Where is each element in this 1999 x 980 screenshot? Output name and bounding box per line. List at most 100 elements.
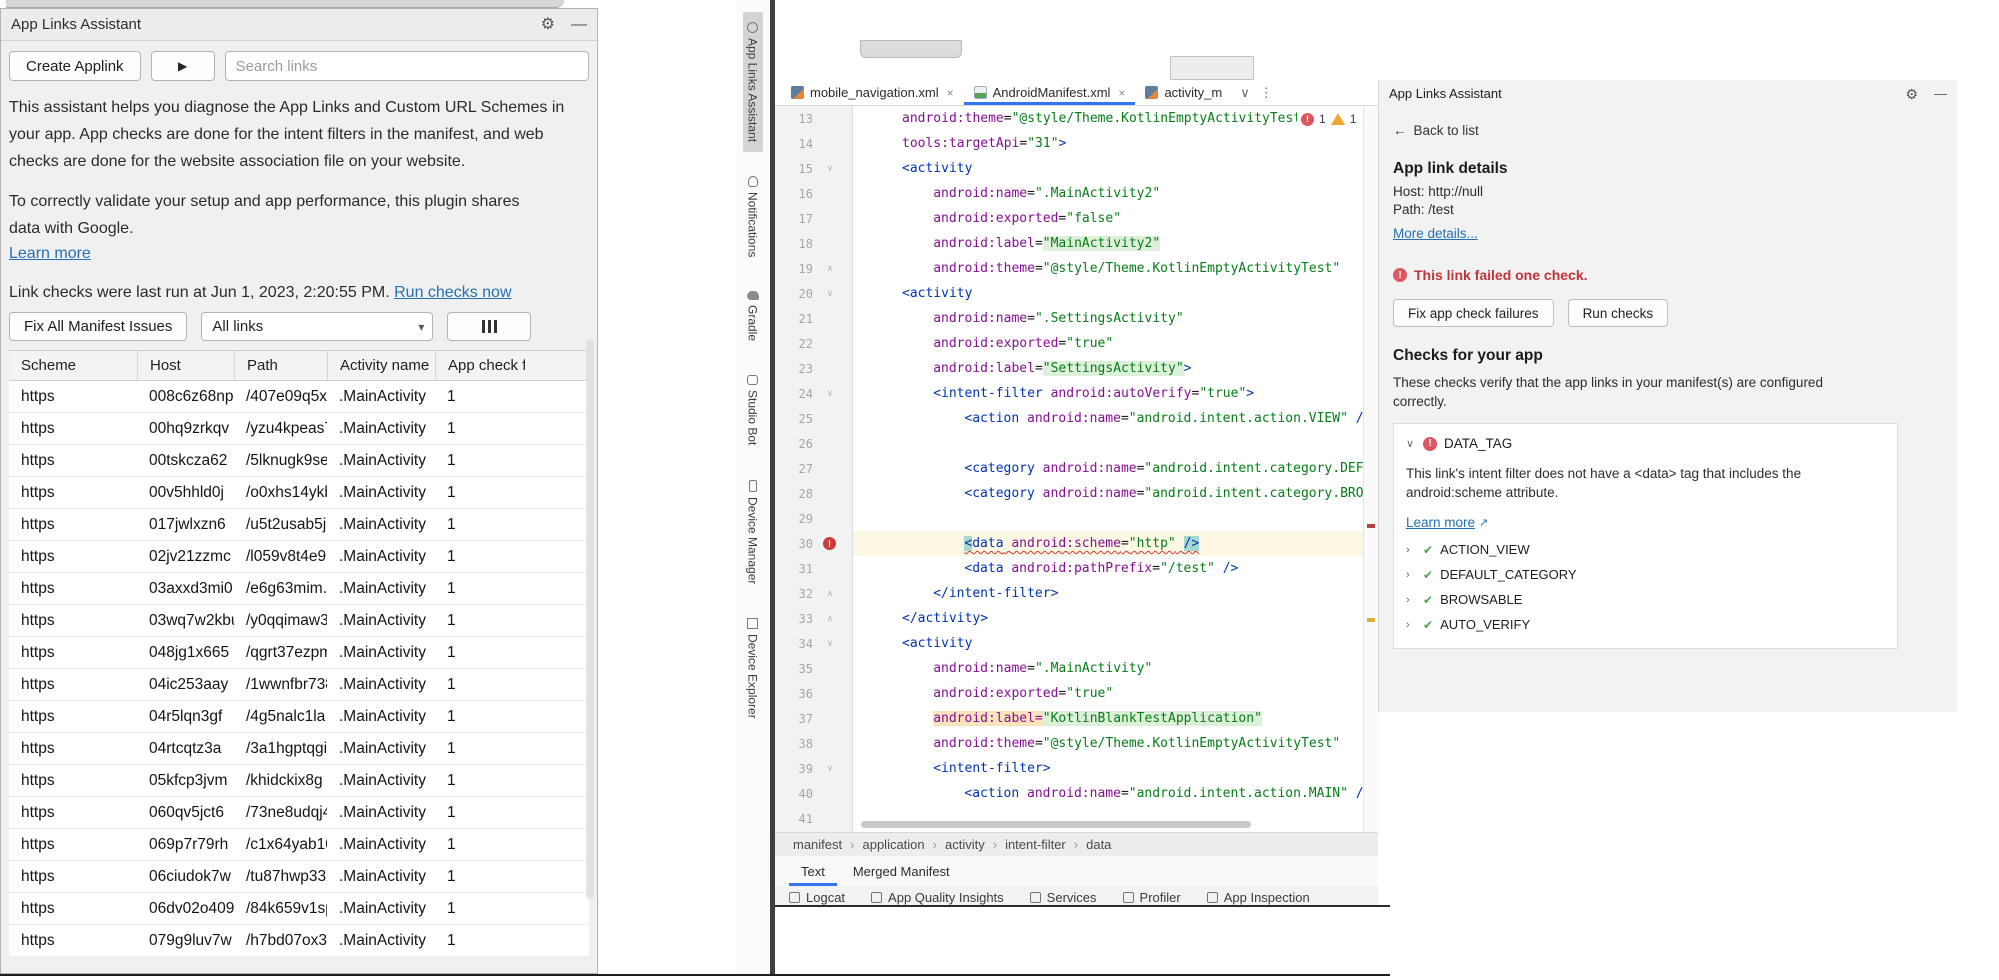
- gutter-line: 40: [775, 781, 852, 806]
- fold-marker[interactable]: ∧: [813, 589, 847, 599]
- editor-tab-androidmanifest-xml[interactable]: AndroidManifest.xml×: [964, 80, 1136, 105]
- editor-tab-mobile-navigation-xml[interactable]: mobile_navigation.xml×: [781, 80, 964, 105]
- bottom-tab-text[interactable]: Text: [789, 856, 837, 886]
- external-link-icon: ↗: [1479, 516, 1488, 529]
- fold-marker[interactable]: ∨: [813, 389, 847, 399]
- strip-tab-device-manager[interactable]: Device Manager: [743, 470, 763, 594]
- learn-more-link[interactable]: Learn more: [1406, 515, 1475, 530]
- check-row-browsable[interactable]: ›✔BROWSABLE: [1406, 592, 1883, 607]
- gear-icon[interactable]: ⚙: [1905, 87, 1918, 101]
- check-row-default_category[interactable]: ›✔DEFAULT_CATEGORY: [1406, 567, 1883, 582]
- table-row[interactable]: https04rtcqtz3a/3a1hgptqgi.MainActivity1: [9, 733, 589, 765]
- run-checks-now-link[interactable]: Run checks now: [394, 284, 511, 301]
- code-editor[interactable]: 131415∨16171819∧20∨21222324∨252627282930…: [775, 106, 1363, 832]
- gutter-line: 33∧: [775, 606, 852, 631]
- table-row[interactable]: https03wq7w2kbu/y0qqimaw3s.MainActivity1: [9, 605, 589, 637]
- breadcrumb-item-intent-filter[interactable]: intent-filter: [1005, 837, 1066, 852]
- table-row[interactable]: https04r5lqn3gf/4g5nalc1la.MainActivity1: [9, 701, 589, 733]
- search-input[interactable]: [225, 51, 589, 81]
- strip-tab-studio-bot[interactable]: Studio Bot: [743, 365, 763, 455]
- gear-icon[interactable]: ⚙: [541, 17, 555, 33]
- editor-code-area[interactable]: android:theme="@style/Theme.KotlinEmptyA…: [853, 106, 1363, 832]
- table-cell: .MainActivity: [327, 836, 435, 854]
- table-row[interactable]: https017jwlxzn6/u5t2usab5j.MainActivity1: [9, 509, 589, 541]
- left-window-scrollbar[interactable]: [586, 339, 594, 899]
- table-cell: 04rtcqtz3a: [137, 740, 234, 758]
- bottom-tab-merged-manifest[interactable]: Merged Manifest: [841, 856, 962, 886]
- error-icon: !: [1423, 437, 1437, 451]
- strip-tab-gradle[interactable]: Gradle: [743, 281, 763, 351]
- column-header-scheme[interactable]: Scheme: [9, 351, 137, 380]
- code-token: =: [1035, 236, 1043, 251]
- breadcrumb-item-data[interactable]: data: [1086, 837, 1111, 852]
- code-line: android:exported="false": [853, 206, 1363, 231]
- tool-window-button-services[interactable]: Services: [1030, 886, 1097, 905]
- editor-tab-activity-m[interactable]: activity_m: [1135, 80, 1232, 105]
- breadcrumb-item-activity[interactable]: activity: [945, 837, 985, 852]
- tab-list-icon[interactable]: ∨: [1240, 85, 1250, 101]
- table-row[interactable]: https079g9luv7w/h7bd07ox3y.MainActivity1: [9, 925, 589, 957]
- fold-marker[interactable]: ∨: [813, 164, 847, 174]
- fold-marker[interactable]: ∧: [813, 264, 847, 274]
- close-icon[interactable]: ×: [1118, 86, 1125, 100]
- column-header-activity-name[interactable]: Activity name: [327, 351, 435, 380]
- create-applink-button[interactable]: Create Applink: [9, 51, 141, 81]
- fold-marker[interactable]: ∨: [813, 639, 847, 649]
- table-row[interactable]: https02jv21zzmc/l059v8t4e9.MainActivity1: [9, 541, 589, 573]
- strip-tab-app-links-assistant[interactable]: App Links Assistant: [743, 12, 763, 152]
- error-gutter-icon[interactable]: !: [823, 537, 836, 550]
- table-row[interactable]: https048jg1x665/qgrt37ezpm.MainActivity1: [9, 637, 589, 669]
- fix-app-check-failures-button[interactable]: Fix app check failures: [1393, 299, 1554, 327]
- breadcrumb-item-manifest[interactable]: manifest: [793, 837, 842, 852]
- check-row-auto_verify[interactable]: ›✔AUTO_VERIFY: [1406, 617, 1883, 632]
- links-filter-dropdown[interactable]: All links ▾: [201, 312, 433, 341]
- tool-window-button-logcat[interactable]: Logcat: [789, 886, 845, 905]
- table-row[interactable]: https00v5hhld0j/o0xhs14ykb.MainActivity1: [9, 477, 589, 509]
- warning-stripe-mark[interactable]: [1367, 618, 1375, 622]
- column-header-host[interactable]: Host: [137, 351, 234, 380]
- tool-window-button-app-quality-insights[interactable]: App Quality Insights: [871, 886, 1004, 905]
- run-checks-button[interactable]: Run checks: [1568, 299, 1669, 327]
- strip-tab-notifications[interactable]: Notifications: [743, 166, 763, 267]
- table-cell: 04ic253aay: [137, 676, 234, 694]
- line-number: 36: [775, 687, 813, 701]
- close-icon[interactable]: ×: [947, 86, 954, 100]
- code-token: [1176, 536, 1184, 551]
- strip-tab-device-explorer[interactable]: Device Explorer: [743, 608, 763, 729]
- table-row[interactable]: https06ciudok7w/tu87hwp33z.MainActivity1: [9, 861, 589, 893]
- check-row-action_view[interactable]: ›✔ACTION_VIEW: [1406, 542, 1883, 557]
- run-button[interactable]: ▶: [151, 51, 215, 81]
- table-row[interactable]: https008c6z68np/407e09q5x0.MainActivity1: [9, 381, 589, 413]
- error-stripe-mark[interactable]: [1367, 524, 1375, 528]
- table-row[interactable]: https00tskcza62/5lknugk9se.MainActivity1: [9, 445, 589, 477]
- back-to-list-link[interactable]: ← Back to list: [1393, 123, 1479, 138]
- column-header-app-check-f-[interactable]: App check f...: [435, 351, 525, 380]
- fold-marker[interactable]: ∧: [813, 614, 847, 624]
- gutter-line: 13: [775, 106, 852, 131]
- tool-window-button-profiler[interactable]: Profiler: [1123, 886, 1181, 905]
- horizontal-scrollbar[interactable]: [861, 821, 1251, 828]
- failed-check-row[interactable]: ∨ ! DATA_TAG: [1406, 436, 1883, 451]
- table-row[interactable]: https069p7r79rh/c1x64yab10.MainActivity1: [9, 829, 589, 861]
- tool-window-button-app-inspection[interactable]: App Inspection: [1207, 886, 1310, 905]
- table-row[interactable]: https03axxd3mi0/e6g63mim....MainActivity…: [9, 573, 589, 605]
- minimize-icon[interactable]: —: [1934, 87, 1947, 100]
- breadcrumb-item-application[interactable]: application: [862, 837, 924, 852]
- table-row[interactable]: https04ic253aay/1wwnfbr738.MainActivity1: [9, 669, 589, 701]
- minimize-icon[interactable]: —: [571, 17, 587, 33]
- table-row[interactable]: https00hq9zrkqv/yzu4kpeas7.MainActivity1: [9, 413, 589, 445]
- fold-marker[interactable]: ∨: [813, 764, 847, 774]
- table-row[interactable]: https060qv5jct6/73ne8udqj4.MainActivity1: [9, 797, 589, 829]
- column-header-path[interactable]: Path: [234, 351, 327, 380]
- fold-marker[interactable]: ∨: [813, 289, 847, 299]
- table-row[interactable]: https06dv02o409/84k659v1sp.MainActivity1: [9, 893, 589, 925]
- window-edge-fragment: [860, 40, 962, 58]
- overflow-menu-icon[interactable]: ⋮: [1260, 85, 1273, 101]
- table-row[interactable]: https05kfcp3jvm/khidckix8g.MainActivity1: [9, 765, 589, 797]
- more-details-link[interactable]: More details...: [1393, 226, 1478, 241]
- error-stripe[interactable]: [1363, 106, 1379, 832]
- fix-all-manifest-issues-button[interactable]: Fix All Manifest Issues: [9, 312, 187, 341]
- column-settings-button[interactable]: [447, 312, 531, 341]
- tool-window-label: Services: [1047, 890, 1097, 905]
- learn-more-link[interactable]: Learn more: [9, 245, 91, 263]
